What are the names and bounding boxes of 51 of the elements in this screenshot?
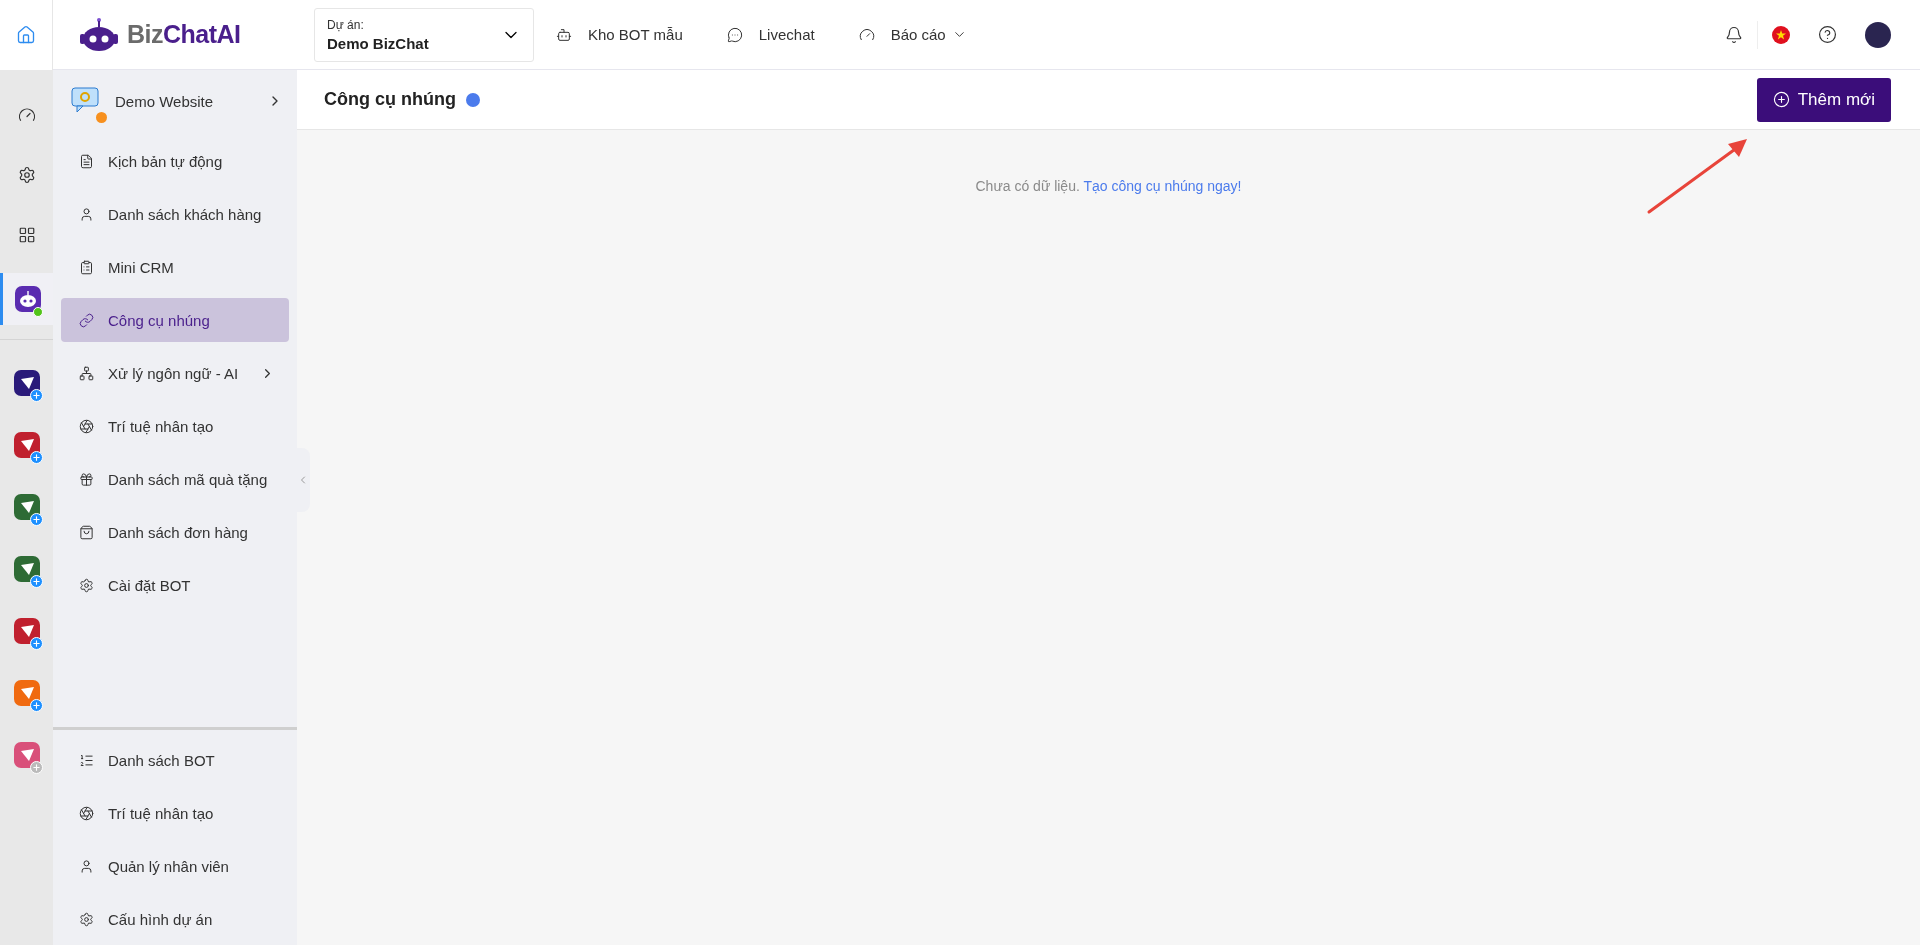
nav-link[interactable]: Livechat [726, 26, 815, 43]
bell-icon[interactable] [1725, 25, 1743, 44]
aperture-icon [79, 805, 94, 821]
aperture-icon [79, 418, 94, 434]
vietnam-flag-icon[interactable] [1772, 25, 1790, 44]
link-icon [79, 312, 94, 328]
gauge-icon [858, 26, 875, 43]
brand-name: BizChatAI [127, 20, 241, 49]
empty-message: Chưa có dữ liệu. Tạo công cụ nhúng ngay! [974, 178, 1243, 194]
robot-app-icon [15, 286, 41, 312]
document-icon [79, 153, 94, 169]
avatar[interactable] [1865, 21, 1891, 48]
user-icon [79, 858, 94, 874]
status-dot [96, 112, 107, 123]
collapse-handle[interactable] [296, 448, 310, 512]
bot-selector[interactable]: Demo Website [53, 71, 297, 131]
gift-icon [79, 471, 94, 487]
sidebar-item[interactable]: Cài đặt BOT [61, 563, 289, 607]
plus-circle-icon [1772, 91, 1790, 108]
info-icon[interactable] [465, 92, 480, 107]
settings-icon [79, 577, 94, 593]
nav-link[interactable]: Kho BOT mẫu [556, 26, 683, 43]
sidebar-item[interactable]: Danh sách BOT [61, 738, 289, 782]
project-select[interactable]: Dự án: Demo BizChat [314, 7, 534, 62]
network-icon [79, 365, 94, 381]
create-link[interactable]: Tạo công cụ nhúng ngay! [1083, 178, 1242, 194]
sidebar-item[interactable]: Công cụ nhúng [61, 298, 289, 342]
sidebar-item[interactable]: Danh sách khách hàng [61, 192, 289, 236]
clipboard-icon [79, 259, 94, 275]
sidebar-item[interactable]: Danh sách mã quà tặng [61, 457, 289, 501]
sidebar-item[interactable]: Trí tuệ nhân tạo [61, 791, 289, 835]
sidebar-item[interactable]: Quản lý nhân viên [61, 844, 289, 888]
sidebar-item[interactable]: Mini CRM [61, 245, 289, 289]
settings-icon [79, 911, 94, 927]
robot-logo-icon [79, 16, 119, 53]
sidebar-item[interactable]: Cấu hình dự án [61, 897, 289, 941]
sidebar-item[interactable]: Kịch bản tự động [61, 139, 289, 183]
nav-link[interactable]: Báo cáo [858, 26, 967, 43]
chat-bubble-icon [726, 26, 743, 43]
page-title: Công cụ nhúng [324, 89, 456, 110]
user-icon [79, 206, 94, 222]
home-icon [16, 24, 36, 45]
robot-icon [556, 26, 572, 43]
list-icon [79, 752, 94, 768]
sidebar-item[interactable]: Danh sách đơn hàng [61, 510, 289, 554]
help-icon[interactable] [1818, 25, 1837, 44]
sidebar-item[interactable]: Trí tuệ nhân tạo [61, 404, 289, 448]
add-new-button[interactable]: Thêm mới [1756, 77, 1891, 122]
shopping-bag-icon [79, 524, 94, 540]
sidebar-item[interactable]: Xử lý ngôn ngữ - AI [61, 351, 289, 395]
bot-app-button[interactable] [0, 273, 53, 325]
